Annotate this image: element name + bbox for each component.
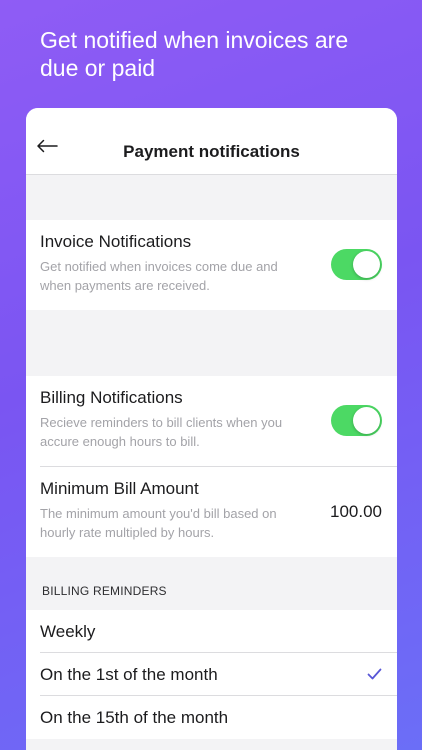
minimum-bill-value[interactable]: 100.00 (330, 502, 382, 522)
reminder-option-label: On the 1st of the month (40, 665, 218, 684)
invoice-notifications-description: Get notified when invoices come due and … (40, 259, 278, 293)
billing-notifications-toggle[interactable] (331, 405, 382, 436)
page-title: Payment notifications (123, 142, 300, 161)
billing-notifications-title: Billing Notifications (40, 388, 183, 407)
reminder-option-weekly[interactable]: Weekly (26, 610, 397, 653)
phone-screen: Payment notifications Invoice Notificati… (26, 108, 397, 750)
reminder-option-label: On the 15th of the month (40, 708, 229, 727)
billing-notifications-description: Recieve reminders to bill clients when y… (40, 415, 283, 449)
billing-reminders-list: Weekly On the 1st of the month On the 15… (26, 610, 397, 739)
reminder-option-label: Weekly (40, 622, 96, 641)
billing-reminders-header: BILLING REMINDERS (42, 584, 167, 598)
billing-notifications-row: Billing Notifications Recieve reminders … (26, 376, 397, 467)
invoice-notifications-section: Invoice Notifications Get notified when … (26, 220, 397, 310)
navigation-bar: Payment notifications (26, 108, 397, 175)
invoice-notifications-row: Invoice Notifications Get notified when … (26, 220, 397, 310)
reminder-option-1st[interactable]: On the 1st of the month (26, 653, 397, 696)
minimum-bill-title: Minimum Bill Amount (40, 479, 199, 498)
promo-headline: Get notified when invoices are due or pa… (40, 27, 349, 81)
invoice-notifications-toggle[interactable] (331, 249, 382, 280)
billing-section: Billing Notifications Recieve reminders … (26, 376, 397, 557)
checkmark-icon (367, 668, 382, 680)
minimum-bill-description: The minimum amount you'd bill based on h… (40, 506, 277, 540)
minimum-bill-row[interactable]: Minimum Bill Amount The minimum amount y… (26, 467, 397, 557)
invoice-notifications-title: Invoice Notifications (40, 232, 192, 251)
toggle-knob (353, 407, 380, 434)
reminder-option-15th[interactable]: On the 15th of the month (26, 696, 397, 739)
toggle-knob (353, 251, 380, 278)
